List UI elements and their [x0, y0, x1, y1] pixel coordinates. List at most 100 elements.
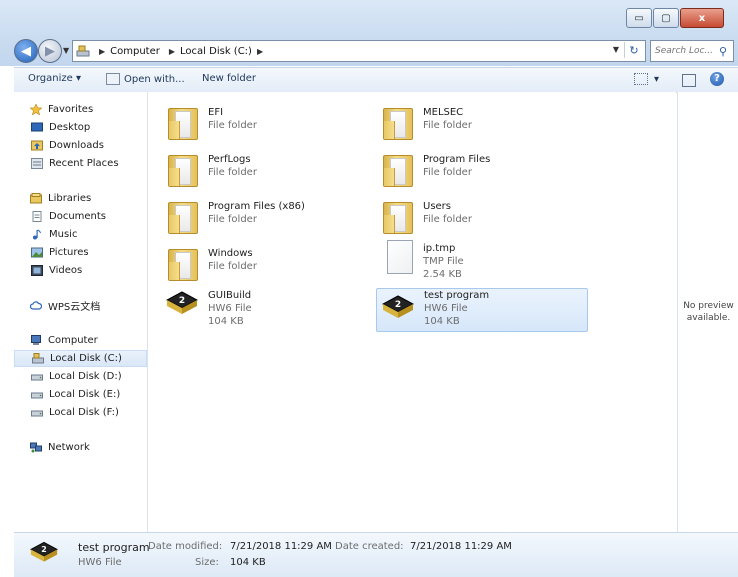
sidebar-item-videos[interactable]: Videos [14, 262, 147, 279]
file-item-program-files[interactable]: Program Files File folder [379, 149, 589, 191]
no-preview-message: No preview available. [683, 301, 734, 323]
file-type: HW6 File [208, 303, 252, 314]
recent-pages-dropdown[interactable]: ▼ [63, 46, 69, 55]
close-button[interactable]: x [680, 8, 724, 28]
file-name: Windows [208, 248, 253, 259]
sidebar-item-local-disk-d[interactable]: Local Disk (D:) [14, 368, 147, 385]
sidebar-item-documents[interactable]: Documents [14, 208, 147, 225]
file-list: EFI File folder MELSEC File folder PerfLog… [148, 92, 676, 532]
preview-pane: No preview available. [677, 92, 738, 532]
file-name: GUIBuild [208, 290, 252, 301]
file-type: TMP File [423, 256, 464, 267]
file-item-guibuild[interactable]: 2 GUIBuild HW6 File 104 KB [164, 285, 354, 333]
search-icon[interactable]: ⚲ [719, 45, 727, 58]
svg-text:2: 2 [41, 545, 46, 554]
details-modified-value: 7/21/2018 11:29 AM [230, 541, 332, 552]
sidebar-item-favorites[interactable]: Favorites [14, 101, 147, 118]
help-icon[interactable]: ? [710, 72, 724, 86]
explorer-window: ▭ ▢ x ◀ ▶ ▼ ▶ Computer ▶ Local Disk (C:) ▶ … [0, 0, 738, 577]
cloud-icon [30, 301, 42, 310]
file-item-perflogs[interactable]: PerfLogs File folder [164, 149, 354, 191]
file-item-program-files-x86[interactable]: Program Files (x86) File folder [164, 196, 354, 238]
back-button[interactable]: ◀ [14, 39, 38, 63]
view-icon [634, 73, 648, 85]
forward-arrow-icon: ▶ [45, 43, 55, 59]
open-with-icon [106, 73, 120, 85]
file-name: ip.tmp [423, 243, 456, 254]
search-input[interactable] [655, 46, 717, 56]
file-size: 2.54 KB [423, 269, 462, 280]
sidebar-item-local-disk-e[interactable]: Local Disk (E:) [14, 386, 147, 403]
file-name: test program [424, 290, 490, 301]
details-modified-label: Date modified: [148, 541, 223, 552]
folder-icon [164, 243, 200, 281]
new-folder-button[interactable]: New folder [202, 73, 256, 84]
preview-pane-button[interactable] [682, 74, 696, 87]
svg-text:2: 2 [395, 300, 401, 310]
address-dropdown-button[interactable]: ▼ [613, 45, 619, 54]
forward-button[interactable]: ▶ [38, 39, 62, 63]
sidebar-item-recent-places[interactable]: Recent Places [14, 155, 147, 172]
sidebar-item-desktop[interactable]: Desktop [14, 119, 147, 136]
breadcrumb-separator-icon: ▶ [256, 46, 264, 56]
minimize-button[interactable]: ▭ [626, 8, 652, 28]
maximize-button[interactable]: ▢ [653, 8, 679, 28]
folder-icon [164, 102, 200, 140]
hard-drive-icon [31, 410, 43, 417]
videos-icon [31, 265, 43, 276]
window-chrome: ▭ ▢ x ◀ ▶ ▼ ▶ Computer ▶ Local Disk (C:) ▶ … [0, 0, 738, 66]
sidebar-item-wps-cloud[interactable]: WPS云文档 [14, 297, 147, 314]
sidebar-item-network[interactable]: Network [14, 439, 147, 456]
command-bar: Organize ▾ Open with... New folder ▾ ? [14, 67, 738, 93]
file-type: HW6 File [424, 303, 468, 314]
file-size: 104 KB [208, 316, 244, 327]
sidebar-item-downloads[interactable]: Downloads [14, 137, 147, 154]
file-item-ip-tmp[interactable]: ip.tmp TMP File 2.54 KB [379, 238, 589, 286]
file-type: File folder [208, 120, 257, 131]
details-created-label: Date created: [335, 541, 404, 552]
file-item-test-program[interactable]: 2 test program HW6 File 104 KB [376, 288, 588, 332]
details-file-name: test program [78, 541, 150, 554]
file-name: Program Files (x86) [208, 201, 305, 212]
sidebar-item-libraries[interactable]: Libraries [14, 190, 147, 207]
details-pane: 2 test program HW6 File Date modified: 7… [14, 532, 738, 577]
file-item-windows[interactable]: Windows File folder [164, 243, 354, 285]
pictures-icon [31, 247, 43, 258]
downloads-icon [31, 140, 43, 151]
file-type: File folder [208, 167, 257, 178]
breadcrumb-local-disk[interactable]: ▶ Local Disk (C:) ▶ [164, 46, 263, 57]
system-drive-icon [32, 353, 44, 364]
file-type: File folder [423, 167, 472, 178]
file-item-melsec[interactable]: MELSEC File folder [379, 102, 589, 144]
sidebar-item-music[interactable]: Music [14, 226, 147, 243]
hard-drive-icon [31, 374, 43, 381]
details-size-value: 104 KB [230, 557, 266, 568]
address-bar[interactable]: ▶ Computer ▶ Local Disk (C:) ▶ ▼ ↻ [72, 40, 646, 62]
breadcrumb-computer[interactable]: ▶ Computer [94, 46, 160, 57]
change-view-button[interactable]: ▾ [634, 73, 659, 85]
file-item-users[interactable]: Users File folder [379, 196, 589, 238]
details-file-type: HW6 File [78, 557, 122, 568]
file-type: File folder [423, 214, 472, 225]
sidebar-item-local-disk-f[interactable]: Local Disk (F:) [14, 404, 147, 421]
libraries-icon [30, 193, 42, 204]
file-item-efi[interactable]: EFI File folder [164, 102, 354, 144]
details-created-value: 7/21/2018 11:29 AM [410, 541, 512, 552]
sidebar-item-computer[interactable]: Computer [14, 332, 147, 349]
document-icon [379, 238, 415, 276]
open-with-button[interactable]: Open with... [106, 73, 185, 85]
file-name: Program Files [423, 154, 491, 165]
recent-places-icon [31, 158, 43, 169]
file-name: PerfLogs [208, 154, 251, 165]
desktop-icon [31, 122, 43, 132]
organize-button[interactable]: Organize ▾ [28, 73, 81, 84]
refresh-icon: ↻ [629, 43, 639, 57]
file-size: 104 KB [424, 316, 460, 327]
search-box: ⚲ [650, 40, 734, 62]
back-arrow-icon: ◀ [21, 43, 31, 59]
refresh-button[interactable]: ↻ [624, 42, 643, 58]
sidebar-item-local-disk-c[interactable]: Local Disk (C:) [14, 350, 147, 367]
file-name: EFI [208, 107, 224, 118]
sidebar-item-pictures[interactable]: Pictures [14, 244, 147, 261]
svg-text:2: 2 [179, 296, 185, 306]
